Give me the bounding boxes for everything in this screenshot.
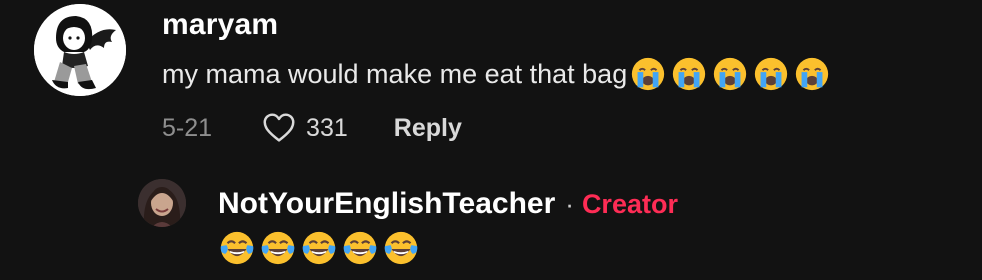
comment-text: my mama would make me eat that bag [162, 58, 628, 89]
like-count: 331 [306, 113, 348, 142]
face-with-tears-of-joy-icon [261, 231, 295, 265]
face-with-tears-of-joy-icon [302, 231, 336, 265]
loudly-crying-face-icon [632, 57, 665, 91]
comment-meta-row: 5-21 331 Reply [162, 108, 462, 148]
user-photo-avatar-icon [138, 179, 186, 227]
face-with-tears-of-joy-icon [384, 231, 418, 265]
separator-dot: · [565, 188, 574, 219]
reply-username[interactable]: NotYourEnglishTeacher [218, 187, 555, 221]
reply-header: NotYourEnglishTeacher · Creator [218, 184, 678, 224]
reply-avatar[interactable] [138, 179, 186, 227]
creator-badge: Creator [581, 188, 678, 219]
comment-date: 5-21 [162, 113, 213, 142]
reply-emoji-row [218, 229, 420, 267]
anime-girl-avatar-icon [34, 4, 126, 96]
comment-text-row: my mama would make me eat that bag [162, 56, 831, 92]
reply-button[interactable]: Reply [394, 114, 462, 143]
face-with-tears-of-joy-icon [343, 231, 377, 265]
heart-outline-icon[interactable] [260, 109, 298, 147]
loudly-crying-face-icon [755, 57, 788, 91]
face-with-tears-of-joy-icon [220, 231, 254, 265]
comment-username[interactable]: maryam [162, 8, 278, 42]
avatar[interactable] [34, 4, 126, 96]
loudly-crying-face-icon [714, 57, 747, 91]
loudly-crying-face-icon [796, 57, 829, 91]
comment-emoji-row [629, 55, 831, 93]
loudly-crying-face-icon [673, 57, 706, 91]
